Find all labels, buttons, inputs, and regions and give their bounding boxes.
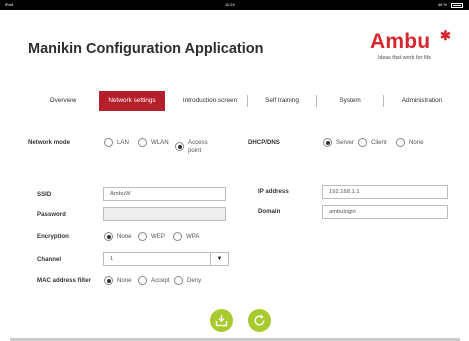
encryption-label: Encryption (37, 233, 69, 240)
status-bar: iPad 11:24 46 % (0, 0, 469, 10)
radio-wpa-label: WPA (186, 233, 200, 240)
radio-wlan[interactable] (138, 138, 147, 147)
radio-mac-none-label: None (117, 277, 132, 284)
radio-wlan-label: WLAN (151, 139, 169, 146)
ambu-logo: Ambu ✱ Ideas that work for life (370, 28, 451, 61)
radio-client-label: Client (371, 139, 387, 146)
radio-deny[interactable] (174, 276, 183, 285)
tab-self-training[interactable]: Self training (251, 91, 313, 111)
channel-select[interactable]: 1 ▼ (103, 252, 229, 266)
tab-system[interactable]: System (320, 91, 380, 111)
tab-introduction-screen[interactable]: Introduction screen (173, 91, 247, 111)
battery-percent: 46 % (437, 2, 447, 7)
radio-access-point-label-2: point (188, 147, 202, 154)
battery-icon (451, 3, 463, 8)
ssid-input[interactable]: AmbuW (103, 187, 226, 201)
radio-access-point[interactable] (175, 142, 184, 151)
save-icon (215, 315, 228, 327)
radio-lan-label: LAN (117, 139, 129, 146)
refresh-button[interactable] (248, 309, 271, 332)
radio-wep[interactable] (138, 232, 147, 241)
tab-network-settings[interactable]: Network settings (99, 91, 165, 111)
radio-wpa[interactable] (173, 232, 182, 241)
channel-value: 1 (110, 256, 114, 262)
domain-input[interactable]: ambulogin (322, 205, 448, 219)
ip-address-label: IP address (258, 188, 289, 195)
domain-label: Domain (258, 208, 281, 215)
radio-accept-label: Accept (151, 277, 170, 284)
radio-client[interactable] (358, 138, 367, 147)
clock: 11:24 (225, 2, 235, 7)
mac-filter-label: MAC address filter (37, 277, 91, 284)
save-button[interactable] (210, 309, 233, 332)
device-label: iPad (5, 2, 14, 7)
network-mode-label: Network mode (28, 139, 70, 146)
radio-accept[interactable] (138, 276, 147, 285)
radio-dhcp-none[interactable] (396, 138, 405, 147)
radio-encryption-none[interactable] (104, 232, 113, 241)
tab-bar: Overview Network settings Introduction s… (33, 91, 461, 111)
tab-administration[interactable]: Administration (387, 91, 457, 111)
app-title: Manikin Configuration Application (28, 41, 264, 57)
radio-deny-label: Deny (187, 277, 202, 284)
tab-divider (316, 95, 317, 107)
dhcp-dns-label: DHCP/DNS (248, 139, 280, 146)
radio-server[interactable] (323, 138, 332, 147)
tab-divider (383, 95, 384, 107)
radio-access-point-label: Access (188, 139, 208, 146)
radio-lan[interactable] (104, 138, 113, 147)
tab-overview[interactable]: Overview (33, 91, 93, 111)
radio-encryption-none-label: None (117, 233, 132, 240)
refresh-icon (254, 314, 265, 326)
radio-dhcp-none-label: None (409, 139, 424, 146)
logo-star-icon: ✱ (440, 28, 451, 43)
radio-mac-none[interactable] (104, 276, 113, 285)
tab-divider (247, 95, 248, 107)
dropdown-arrow-icon[interactable]: ▼ (210, 253, 228, 265)
ssid-label: SSID (37, 191, 52, 198)
password-input[interactable] (103, 207, 226, 221)
ip-address-input[interactable]: 192.168.1.1 (322, 185, 448, 199)
channel-label: Channel (37, 256, 62, 263)
radio-wep-label: WEP (151, 233, 165, 240)
password-label: Password (37, 211, 66, 218)
radio-server-label: Server (336, 139, 354, 146)
